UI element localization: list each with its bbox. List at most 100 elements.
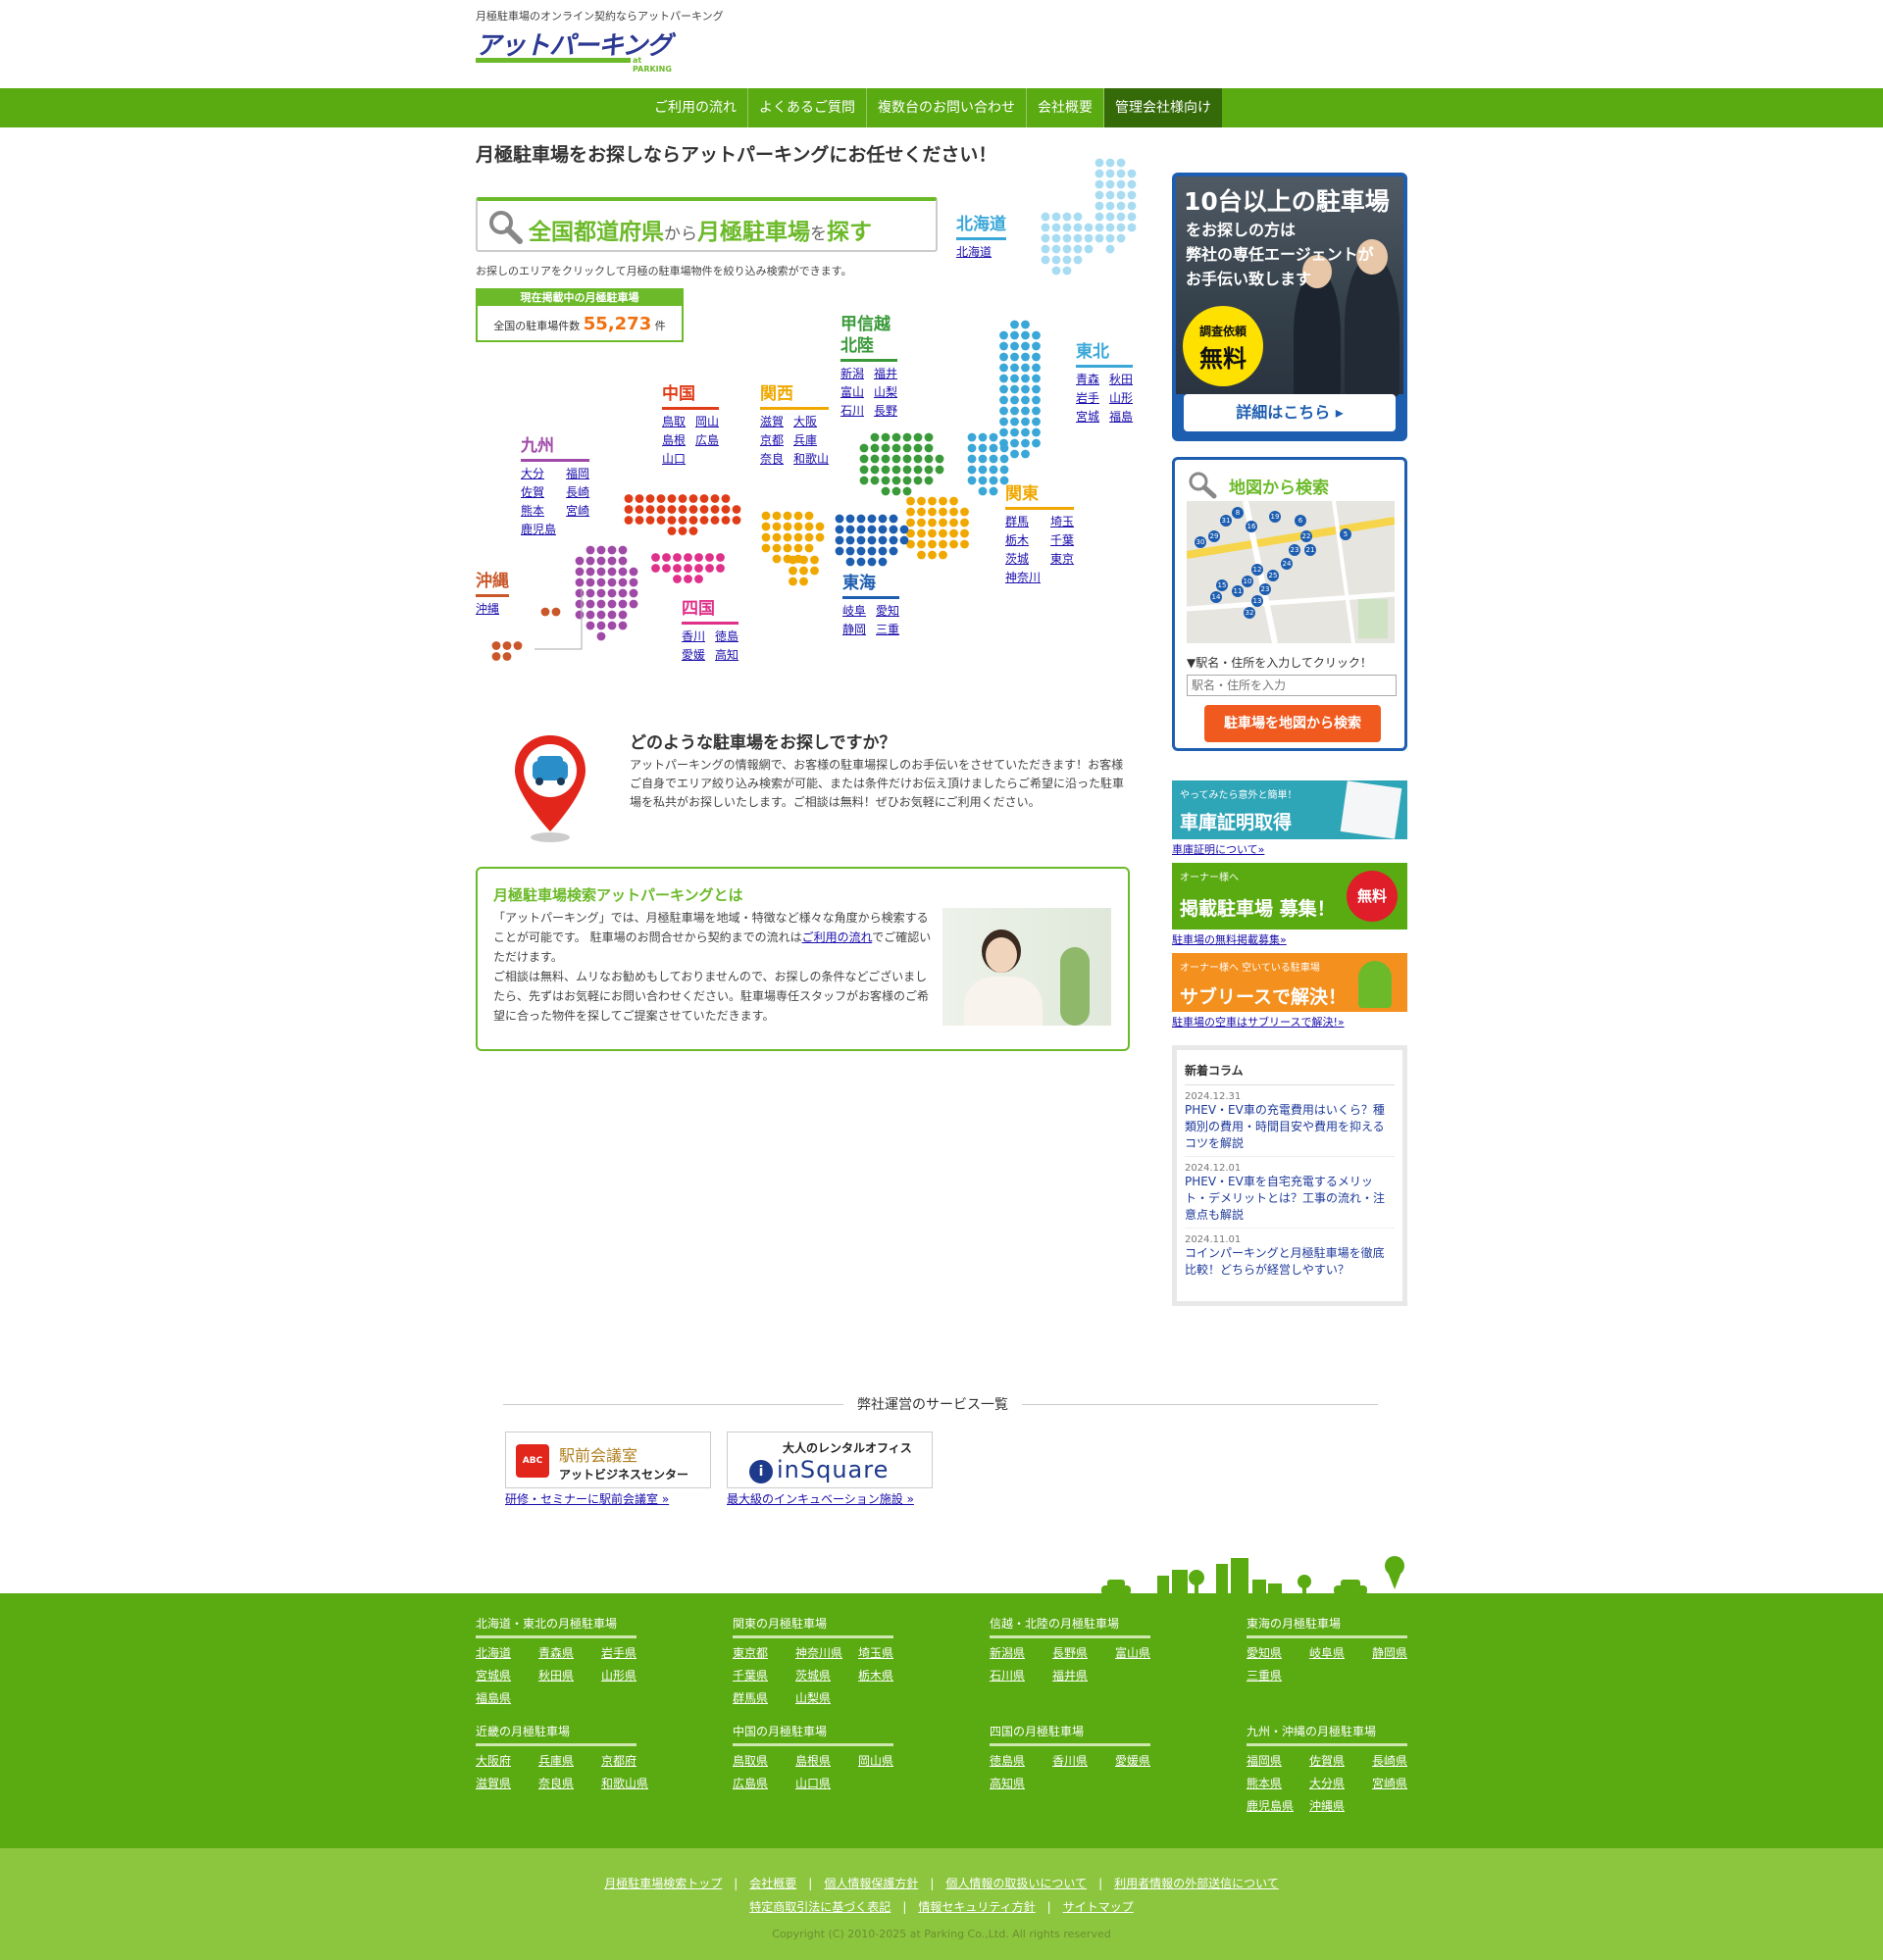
- footer-prefecture-link[interactable]: 岡山県: [858, 1752, 921, 1769]
- column-item[interactable]: 2024.12.01 PHEV・EV車を自宅充電するメリット・デメリットとは？工…: [1185, 1163, 1395, 1229]
- prefecture-link[interactable]: 兵庫: [793, 431, 829, 448]
- prefecture-link[interactable]: 三重: [876, 621, 899, 637]
- footer-link[interactable]: 利用者情報の外部送信について: [1114, 1877, 1279, 1890]
- footer-prefecture-link[interactable]: 香川県: [1052, 1752, 1115, 1769]
- prefecture-link[interactable]: 石川: [840, 402, 864, 419]
- region-title[interactable]: 東海: [842, 573, 900, 599]
- prefecture-link[interactable]: 宮崎: [566, 502, 589, 519]
- parking-pin-icon[interactable]: 16: [1246, 521, 1257, 532]
- prefecture-link[interactable]: 長崎: [566, 483, 589, 500]
- mini-map[interactable]: 29 31 8 16 19 6 22 23 21 24 25 12 10 23 13 11 15 14 32 5 30: [1187, 501, 1395, 643]
- prefecture-link[interactable]: 新潟: [840, 365, 864, 381]
- prefecture-link[interactable]: 佐賀: [521, 483, 556, 500]
- footer-prefecture-link[interactable]: 京都府: [601, 1752, 664, 1769]
- region-title[interactable]: 甲信越 北陸: [840, 314, 898, 362]
- footer-prefecture-link[interactable]: 広島県: [733, 1775, 795, 1791]
- footer-prefecture-link[interactable]: 静岡県: [1372, 1644, 1435, 1661]
- prefecture-link[interactable]: 鹿児島: [521, 521, 556, 537]
- footer-prefecture-link[interactable]: 北海道: [476, 1644, 538, 1661]
- prefecture-link[interactable]: 岐阜: [842, 602, 866, 619]
- parking-pin-icon[interactable]: 30: [1195, 536, 1206, 548]
- footer-prefecture-link[interactable]: 岩手県: [601, 1644, 664, 1661]
- footer-prefecture-link[interactable]: 長崎県: [1372, 1752, 1435, 1769]
- prefecture-link[interactable]: 山口: [662, 450, 686, 467]
- footer-prefecture-link[interactable]: 和歌山県: [601, 1775, 664, 1791]
- nav-item[interactable]: 管理会社様向け: [1104, 88, 1222, 127]
- parking-pin-icon[interactable]: 23: [1289, 544, 1300, 556]
- insquare-link[interactable]: 最大級のインキュベーション施設 »: [727, 1490, 914, 1507]
- footer-prefecture-link[interactable]: 神奈川県: [795, 1644, 858, 1661]
- prefecture-link[interactable]: 和歌山: [793, 450, 829, 467]
- footer-prefecture-link[interactable]: 愛媛県: [1115, 1752, 1178, 1769]
- footer-prefecture-link[interactable]: 大分県: [1309, 1775, 1372, 1791]
- footer-prefecture-link[interactable]: 三重県: [1247, 1667, 1309, 1684]
- prefecture-link[interactable]: 埼玉: [1050, 513, 1074, 529]
- agent-banner[interactable]: 10台以上の駐車場 をお探しの方は 弊社の専任エージェントが お手伝い致します …: [1172, 173, 1407, 441]
- prefecture-link[interactable]: 愛媛: [682, 646, 705, 663]
- agent-detail-button[interactable]: 詳細はこちら ▸: [1184, 394, 1396, 431]
- prefecture-link[interactable]: 奈良: [760, 450, 784, 467]
- prefecture-link[interactable]: 長野: [874, 402, 897, 419]
- footer-prefecture-link[interactable]: 高知県: [990, 1775, 1052, 1791]
- footer-prefecture-link[interactable]: 徳島県: [990, 1752, 1052, 1769]
- prefecture-link[interactable]: 山梨: [874, 383, 897, 400]
- footer-link[interactable]: 特定商取引法に基づく表記: [749, 1900, 891, 1914]
- prefecture-link[interactable]: 茨城: [1005, 550, 1041, 567]
- prefecture-link[interactable]: 千葉: [1050, 531, 1074, 548]
- footer-prefecture-link[interactable]: 福岡県: [1247, 1752, 1309, 1769]
- prefecture-link[interactable]: 栃木: [1005, 531, 1041, 548]
- prefecture-link[interactable]: 福島: [1109, 408, 1133, 425]
- footer-prefecture-link[interactable]: 福島県: [476, 1689, 538, 1706]
- parking-pin-icon[interactable]: 23: [1259, 583, 1271, 595]
- prefecture-link[interactable]: 熊本: [521, 502, 556, 519]
- footer-prefecture-link[interactable]: 栃木県: [858, 1667, 921, 1684]
- parking-pin-icon[interactable]: 8: [1232, 507, 1244, 519]
- parking-pin-icon[interactable]: 6: [1295, 515, 1306, 527]
- footer-prefecture-link[interactable]: 沖縄県: [1309, 1797, 1372, 1814]
- region-title[interactable]: 関東: [1005, 483, 1075, 510]
- footer-prefecture-link[interactable]: 滋賀県: [476, 1775, 538, 1791]
- prefecture-link[interactable]: 東京: [1050, 550, 1074, 567]
- parking-pin-icon[interactable]: 24: [1281, 558, 1293, 570]
- parking-pin-icon[interactable]: 11: [1232, 585, 1244, 597]
- nav-item[interactable]: よくあるご質問: [748, 88, 867, 127]
- prefecture-link[interactable]: 愛知: [876, 602, 899, 619]
- footer-prefecture-link[interactable]: 奈良県: [538, 1775, 601, 1791]
- prefecture-link[interactable]: 高知: [715, 646, 738, 663]
- column-item[interactable]: 2024.11.01 コインパーキングと月極駐車場を徹底比較！どちらが経営しやす…: [1185, 1234, 1395, 1282]
- insquare-banner[interactable]: 大人のレンタルオフィス i inSquare: [727, 1432, 933, 1488]
- footer-prefecture-link[interactable]: 秋田県: [538, 1667, 601, 1684]
- footer-prefecture-link[interactable]: 大阪府: [476, 1752, 538, 1769]
- prefecture-link[interactable]: 滋賀: [760, 413, 784, 429]
- region-title[interactable]: 中国: [662, 383, 720, 410]
- footer-link[interactable]: 個人情報保護方針: [824, 1877, 918, 1890]
- footer-prefecture-link[interactable]: 鹿児島県: [1247, 1797, 1309, 1814]
- parking-pin-icon[interactable]: 15: [1216, 579, 1228, 591]
- prefecture-link[interactable]: 群馬: [1005, 513, 1041, 529]
- parking-pin-icon[interactable]: 14: [1210, 591, 1222, 603]
- sublease-banner[interactable]: オーナー様へ 空いている駐車場 サブリースで解決！: [1172, 953, 1407, 1012]
- prefecture-link[interactable]: 山形: [1109, 389, 1133, 406]
- nav-item[interactable]: 複数台のお問い合わせ: [867, 88, 1027, 127]
- region-title[interactable]: 九州: [521, 435, 590, 462]
- footer-prefecture-link[interactable]: 青森県: [538, 1644, 601, 1661]
- prefecture-link[interactable]: 静岡: [842, 621, 866, 637]
- prefecture-link[interactable]: 沖縄: [476, 600, 499, 617]
- prefecture-link[interactable]: 京都: [760, 431, 784, 448]
- footer-prefecture-link[interactable]: 岐阜県: [1309, 1644, 1372, 1661]
- footer-prefecture-link[interactable]: 島根県: [795, 1752, 858, 1769]
- parking-pin-icon[interactable]: 12: [1251, 564, 1263, 576]
- footer-prefecture-link[interactable]: 千葉県: [733, 1667, 795, 1684]
- prefecture-link[interactable]: 鳥取: [662, 413, 686, 429]
- parking-pin-icon[interactable]: 5: [1340, 528, 1351, 540]
- parking-pin-icon[interactable]: 10: [1242, 576, 1253, 587]
- footer-prefecture-link[interactable]: 佐賀県: [1309, 1752, 1372, 1769]
- garage-certificate-banner[interactable]: やってみたら意外と簡単！ 車庫証明取得: [1172, 780, 1407, 839]
- parking-pin-icon[interactable]: 13: [1251, 595, 1263, 607]
- footer-prefecture-link[interactable]: 埼玉県: [858, 1644, 921, 1661]
- owner-listing-link[interactable]: 駐車場の無料掲載募集»: [1172, 931, 1287, 947]
- site-logo[interactable]: アットパーキング at PARKING: [476, 25, 678, 74]
- prefecture-link[interactable]: 岡山: [695, 413, 719, 429]
- prefecture-link[interactable]: 神奈川: [1005, 569, 1041, 585]
- footer-prefecture-link[interactable]: 愛知県: [1247, 1644, 1309, 1661]
